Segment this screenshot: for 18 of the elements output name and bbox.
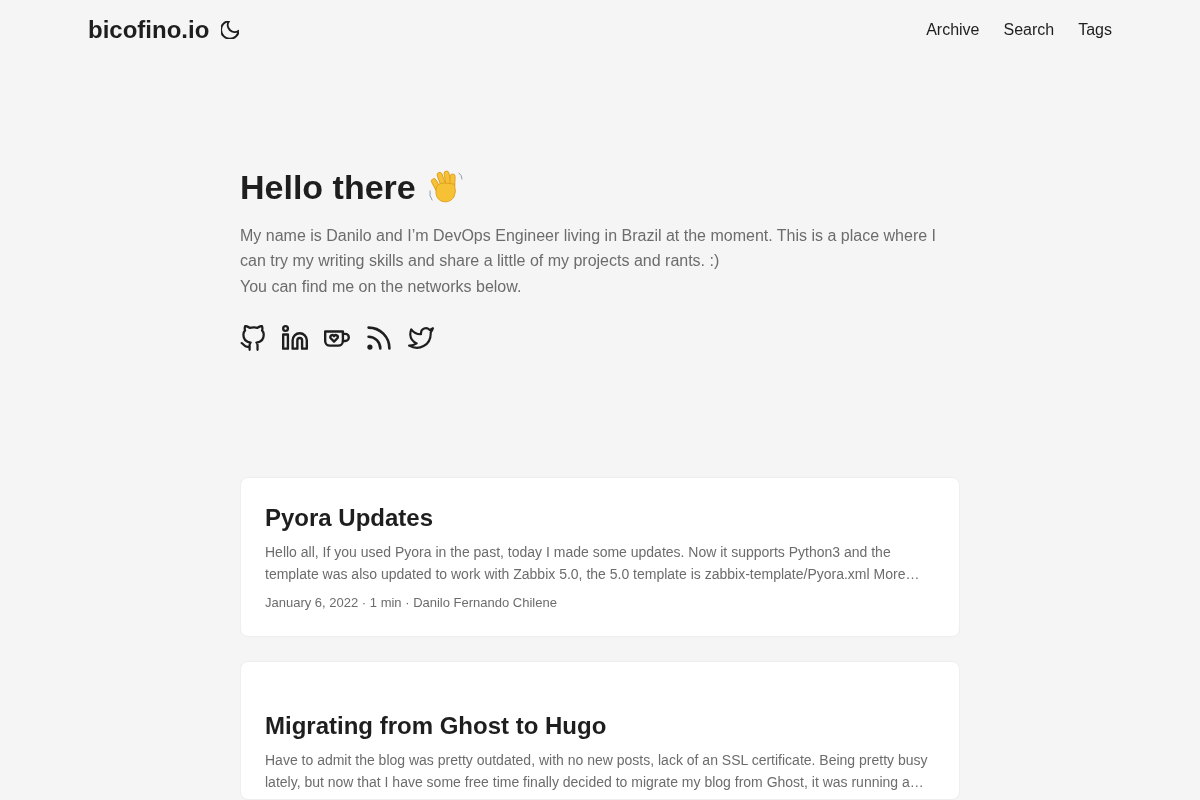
intro-text: My name is Danilo and I’m DevOps Engineer living in Brazil at the moment. This is a place where I can try my writing skills and share a little of my projects and rants. :)	[240, 225, 937, 272]
nav-link[interactable]: Tags	[1078, 18, 1112, 42]
rss-icon[interactable]	[366, 324, 392, 351]
github-icon[interactable]	[240, 324, 266, 351]
bird-icon[interactable]	[408, 324, 434, 351]
nav-link[interactable]: Archive	[926, 18, 980, 42]
waving-hand-icon	[427, 169, 464, 206]
nav-link[interactable]: Search	[1003, 18, 1055, 42]
post-title: Migrating from Ghost to Hugo	[265, 710, 608, 741]
post-meta: January 6, 2022 · 1 min · Danilo Fernando Chilene	[265, 593, 558, 612]
intro-text: You can find me on the networks below.	[240, 277, 523, 297]
post-summary: Have to admit the blog was pretty outdated, with no new posts, lack of an SSL certificate. Being pretty busy lately, but now that I have some free time finally decided to migrate my blog from Ghost, it was running a…	[265, 750, 929, 793]
post-title: Pyora Updates	[265, 502, 435, 533]
moon-icon[interactable]	[221, 21, 240, 39]
intro-heading: Hello there	[240, 167, 416, 208]
site-logo[interactable]: bicofino.io	[88, 18, 210, 42]
post-summary: Hello all, If you used Pyora in the past, today I made some updates. Now it supports Python3 and the template was also updated to work with Zabbix 5.0, the 5.0 template is zabbix-template/Pyora.xml More…	[265, 542, 921, 585]
linkedin-icon[interactable]	[282, 324, 308, 351]
